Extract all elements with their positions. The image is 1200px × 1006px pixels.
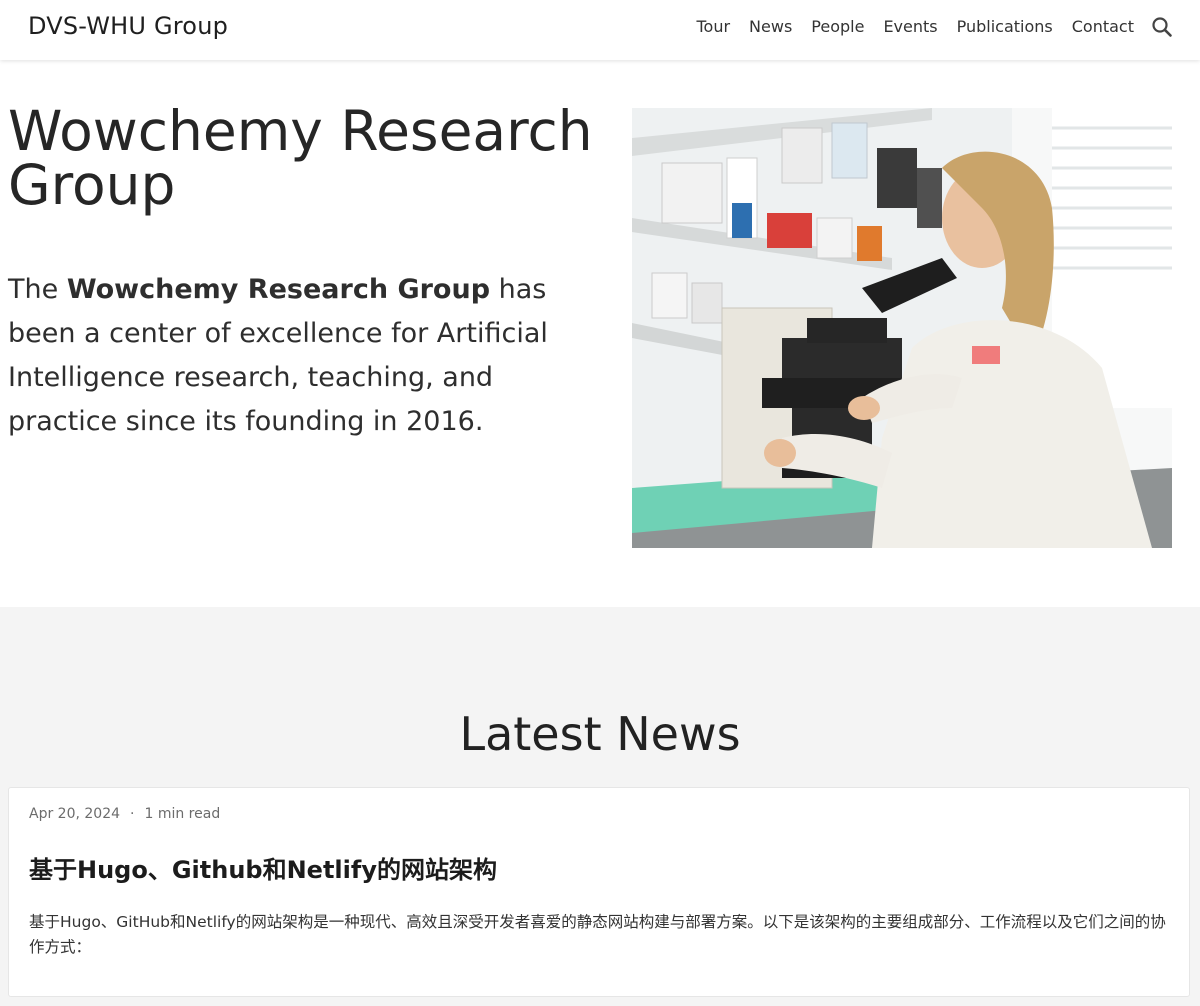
hero-text-bold: Wowchemy Research Group (66, 274, 491, 305)
hero-description: The Wowchemy Research Group has been a c… (8, 268, 598, 444)
post-summary: 基于Hugo、GitHub和Netlify的网站架构是一种现代、高效且深受开发者… (29, 913, 1166, 956)
site-brand[interactable]: DVS-WHU Group (28, 12, 228, 40)
nav-item-tour[interactable]: Tour (696, 17, 730, 36)
search-icon[interactable] (1151, 16, 1173, 38)
nav-item-events[interactable]: Events (883, 17, 937, 36)
hero-title: Wowchemy Research Group (8, 99, 593, 217)
latest-news-section: Latest News Apr 20, 2024 · 1 min read 基于Hu… (0, 607, 1200, 1006)
meta-separator: · (130, 806, 135, 822)
nav-item-news[interactable]: News (749, 17, 792, 36)
post-title[interactable]: 基于Hugo、Github和Netlify的网站架构 (29, 850, 497, 885)
navbar: DVS-WHU Group Tour News People Events Pu… (0, 0, 1200, 60)
news-card: Apr 20, 2024 · 1 min read 基于Hugo、Github和Ne… (8, 787, 1190, 997)
post-date: Apr 20, 2024 (29, 806, 121, 822)
post-meta: Apr 20, 2024 · 1 min read (29, 806, 220, 822)
hero-section: Wowchemy Research Group The Wowchemy Res… (0, 60, 1200, 607)
section-heading: Latest News (459, 707, 741, 761)
main-nav: Tour News People Events Publications Con… (677, 17, 1134, 36)
nav-item-contact[interactable]: Contact (1072, 17, 1134, 36)
hero-text-before: The (8, 274, 67, 305)
lab-scientist-image (632, 108, 1172, 548)
nav-item-people[interactable]: People (811, 17, 864, 36)
nav-item-publications[interactable]: Publications (957, 17, 1053, 36)
post-read-time: 1 min read (144, 806, 221, 822)
